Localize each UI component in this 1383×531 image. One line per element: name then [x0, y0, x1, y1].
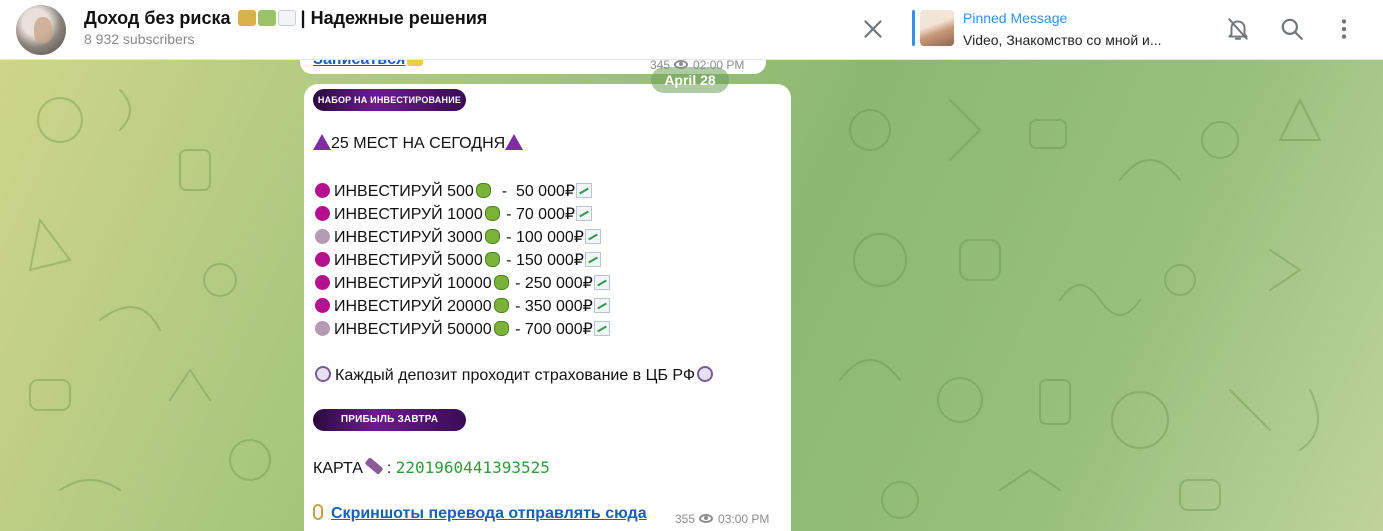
- chart-up-icon: [576, 183, 593, 198]
- banner-profit: ПРИБЫЛЬ ЗАВТРА: [313, 409, 466, 431]
- item-amount: 250 000₽: [524, 275, 593, 292]
- signup-link[interactable]: Записаться: [313, 60, 424, 69]
- item-amount: 700 000₽: [524, 321, 593, 338]
- chat-header: Доход без риска | Надежные решения 8 932…: [0, 0, 1383, 60]
- item-amount: 70 000₽: [515, 206, 576, 223]
- item-sep: -: [510, 298, 525, 315]
- list-item: ИНВЕСТИРУЙ 20000 - 350 000₽: [313, 296, 610, 316]
- money-bag-icon: [484, 206, 500, 221]
- money-bag-icon: [484, 229, 500, 244]
- bell-off-icon[interactable]: [1225, 16, 1251, 42]
- money-bag-icon: [475, 183, 491, 198]
- list-item: ИНВЕСТИРУЙ 50000 - 700 000₽: [313, 319, 610, 339]
- list-item: ИНВЕСТИРУЙ 5000 - 150 000₽: [313, 250, 601, 270]
- item-sep: -: [510, 275, 525, 292]
- item-label: ИНВЕСТИРУЙ 500: [334, 183, 474, 200]
- item-label: ИНВЕСТИРУЙ 1000: [334, 206, 483, 223]
- eye-icon: [699, 514, 714, 523]
- screenshot-link[interactable]: Скриншоты перевода отправлять сюда: [313, 504, 647, 523]
- channel-title[interactable]: Доход без риска | Надежные решения: [84, 8, 487, 29]
- purple-circle-icon: [315, 206, 330, 221]
- headline: 25 МЕСТ НА СЕГОДНЯ: [313, 134, 524, 153]
- list-item: ИНВЕСТИРУЙ 500 - 50 000₽: [313, 181, 593, 201]
- pinned-label[interactable]: Pinned Message: [963, 10, 1067, 26]
- channel-title-suffix: | Надежные решения: [295, 8, 488, 28]
- pinned-text[interactable]: Video, Знакомство со мной и...: [963, 32, 1162, 48]
- screenshot-link-text[interactable]: Скриншоты перевода отправлять сюда: [331, 505, 647, 522]
- search-icon[interactable]: [1279, 16, 1305, 42]
- message-views: 355: [675, 512, 696, 526]
- money-bag-icon: [484, 252, 500, 267]
- channel-title-text: Доход без риска: [84, 8, 231, 28]
- light-purple-circle-icon: [315, 321, 330, 336]
- shield-icon: [697, 366, 714, 382]
- purple-circle-icon: [315, 252, 330, 267]
- headline-text: 25 МЕСТ НА СЕГОДНЯ: [331, 135, 506, 152]
- more-vertical-icon[interactable]: [1331, 16, 1357, 42]
- insurance-text: Каждый депозит проходит страхование в ЦБ…: [335, 367, 696, 384]
- item-sep: -: [510, 321, 525, 338]
- chart-up-icon: [576, 206, 593, 221]
- list-item: ИНВЕСТИРУЙ 10000 - 250 000₽: [313, 273, 610, 293]
- item-amount: 150 000₽: [515, 252, 584, 269]
- date-pill: April 28: [651, 67, 729, 93]
- item-sep: -: [501, 229, 516, 246]
- chat-area[interactable]: Записаться 34502:00 PM April 28 НАБОР НА…: [0, 60, 1383, 531]
- message-meta: 355 03:00 PM: [675, 512, 769, 526]
- card-label: КАРТА: [313, 460, 363, 477]
- banner-investment: НАБОР НА ИНВЕСТИРОВАНИЕ: [313, 89, 466, 111]
- shield-icon: [315, 366, 331, 382]
- money-icon: [257, 10, 276, 26]
- item-amount: 100 000₽: [515, 229, 584, 246]
- chart-up-icon: [593, 275, 610, 290]
- item-label: ИНВЕСТИРУЙ 10000: [334, 275, 492, 292]
- message-time: 03:00 PM: [718, 512, 770, 526]
- item-sep: -: [501, 252, 516, 269]
- list-item: ИНВЕСТИРУЙ 3000 - 100 000₽: [313, 227, 601, 247]
- item-sep: -: [492, 183, 516, 200]
- channel-avatar[interactable]: [16, 5, 66, 55]
- pinned-indicator: [912, 10, 915, 46]
- item-amount: 350 000₽: [524, 298, 593, 315]
- item-amount: 50 000₽: [515, 183, 576, 200]
- chart-up-icon: [584, 229, 601, 244]
- money-bag-lock-icon: [237, 10, 256, 26]
- money-bag-icon: [493, 298, 509, 313]
- close-icon[interactable]: [860, 16, 886, 42]
- light-purple-circle-icon: [315, 229, 330, 244]
- purple-circle-icon: [315, 275, 330, 290]
- item-label: ИНВЕСТИРУЙ 3000: [334, 229, 483, 246]
- hand-point-icon: [407, 60, 424, 66]
- money-bag-icon: [493, 275, 509, 290]
- purple-circle-icon: [315, 298, 330, 313]
- item-label: ИНВЕСТИРУЙ 50000: [334, 321, 492, 338]
- card-line: КАРТА: 2201960441393525: [313, 457, 550, 477]
- clipboard-icon: [313, 504, 323, 520]
- item-label: ИНВЕСТИРУЙ 5000: [334, 252, 483, 269]
- chart-up-icon: [593, 321, 610, 336]
- money-bag-icon: [493, 321, 509, 336]
- list-item: ИНВЕСТИРУЙ 1000 - 70 000₽: [313, 204, 593, 224]
- purple-circle-icon: [315, 183, 330, 198]
- warning-icon: [313, 134, 331, 150]
- chart-up-icon: [593, 298, 610, 313]
- signup-link-text[interactable]: Записаться: [313, 60, 405, 68]
- item-sep: -: [501, 206, 516, 223]
- insurance-line: Каждый депозит проходит страхование в ЦБ…: [313, 366, 717, 385]
- card-number[interactable]: 2201960441393525: [396, 458, 550, 477]
- pinned-thumbnail[interactable]: [920, 10, 954, 46]
- subscriber-count: 8 932 subscribers: [84, 31, 195, 47]
- item-label: ИНВЕСТИРУЙ 20000: [334, 298, 492, 315]
- warning-icon: [505, 134, 524, 150]
- pencil-icon: [364, 457, 384, 475]
- chart-up-icon: [584, 252, 601, 267]
- chart-up-icon: [277, 10, 296, 26]
